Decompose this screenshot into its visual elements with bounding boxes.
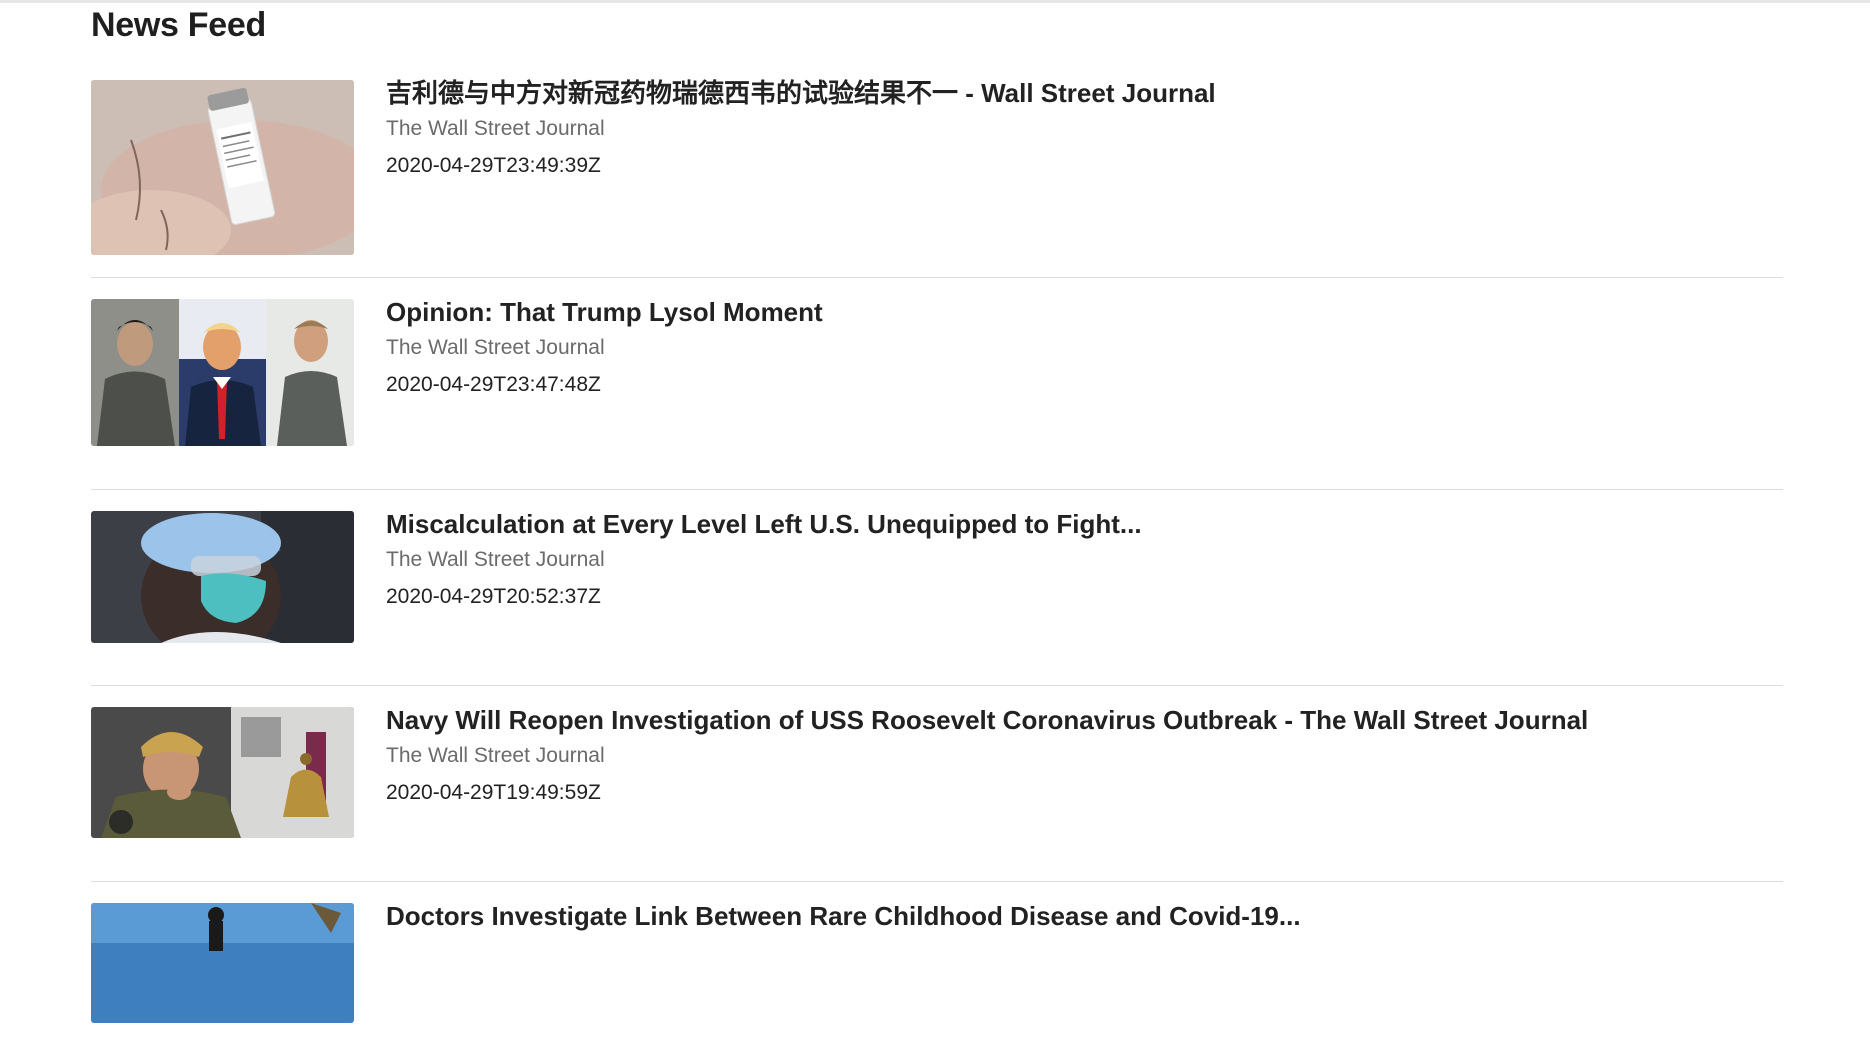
article-date: 2020-04-29T23:49:39Z [386, 154, 601, 177]
news-feed-list: 吉利德与中方对新冠药物瑞德西韦的试验结果不一 - Wall Street Jou… [91, 77, 1783, 1043]
article-thumbnail[interactable] [91, 903, 354, 1023]
article-thumbnail[interactable] [91, 707, 354, 838]
news-item[interactable]: 吉利德与中方对新冠药物瑞德西韦的试验结果不一 - Wall Street Jou… [91, 77, 1783, 278]
article-date: 2020-04-29T19:49:59Z [386, 781, 601, 804]
news-item[interactable]: Navy Will Reopen Investigation of USS Ro… [91, 704, 1783, 882]
article-title[interactable]: 吉利德与中方对新冠药物瑞德西韦的试验结果不一 - Wall Street Jou… [386, 77, 1783, 109]
article-date: 2020-04-29T23:47:48Z [386, 373, 601, 396]
news-item[interactable]: Miscalculation at Every Level Left U.S. … [91, 508, 1783, 686]
news-item[interactable]: Opinion: That Trump Lysol Moment The Wal… [91, 296, 1783, 490]
article-body: Doctors Investigate Link Between Rare Ch… [386, 900, 1783, 932]
article-title[interactable]: Navy Will Reopen Investigation of USS Ro… [386, 704, 1783, 736]
article-source: The Wall Street Journal [386, 744, 605, 767]
article-source: The Wall Street Journal [386, 548, 605, 571]
article-thumbnail[interactable] [91, 299, 354, 446]
article-thumbnail[interactable] [91, 80, 354, 255]
article-title[interactable]: Doctors Investigate Link Between Rare Ch… [386, 900, 1783, 932]
article-title[interactable]: Miscalculation at Every Level Left U.S. … [386, 508, 1783, 540]
article-thumbnail[interactable] [91, 511, 354, 643]
article-source: The Wall Street Journal [386, 117, 605, 140]
top-divider [0, 0, 1870, 3]
article-body: Opinion: That Trump Lysol Moment The Wal… [386, 296, 1783, 398]
news-item[interactable]: Doctors Investigate Link Between Rare Ch… [91, 900, 1783, 1043]
article-date: 2020-04-29T20:52:37Z [386, 585, 601, 608]
article-title[interactable]: Opinion: That Trump Lysol Moment [386, 296, 1783, 328]
article-body: 吉利德与中方对新冠药物瑞德西韦的试验结果不一 - Wall Street Jou… [386, 77, 1783, 179]
article-source: The Wall Street Journal [386, 336, 605, 359]
page-title: News Feed [91, 6, 266, 44]
article-body: Navy Will Reopen Investigation of USS Ro… [386, 704, 1783, 806]
article-body: Miscalculation at Every Level Left U.S. … [386, 508, 1783, 610]
